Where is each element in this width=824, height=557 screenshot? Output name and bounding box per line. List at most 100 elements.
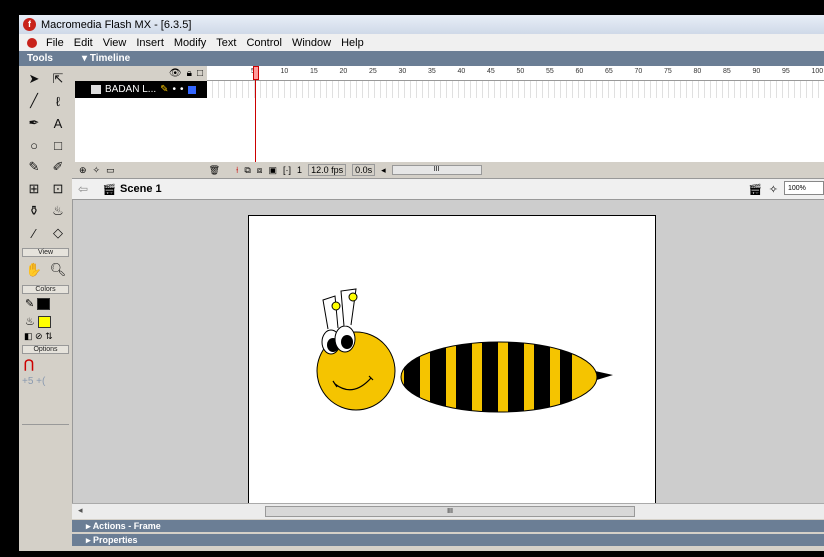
tools-header[interactable]: Tools (19, 51, 72, 66)
eraser-tool-icon[interactable]: ◇ (47, 223, 69, 243)
rectangle-tool-icon[interactable]: □ (47, 135, 69, 155)
smooth-straighten-icons[interactable]: +5 +( (19, 374, 72, 389)
menu-control[interactable]: Control (241, 37, 286, 49)
scroll-left-icon[interactable]: ◂ (78, 505, 83, 516)
menu-modify[interactable]: Modify (169, 37, 211, 49)
paint-bucket-tool-icon[interactable]: ♨ (47, 201, 69, 221)
fill-transform-tool-icon[interactable]: ⊡ (47, 179, 69, 199)
scroll-thumb[interactable]: III (265, 506, 635, 517)
layer-color-box[interactable] (187, 85, 196, 94)
playhead[interactable] (253, 66, 259, 162)
zoom-tool-icon[interactable]: 🔍︎ (47, 260, 69, 280)
menu-file[interactable]: File (41, 37, 69, 49)
menu-text[interactable]: Text (211, 37, 241, 49)
lasso-tool-icon[interactable]: ℓ (47, 91, 69, 111)
insert-folder-icon[interactable]: ▭ (106, 165, 115, 176)
bee-antenna-left (322, 295, 339, 330)
stroke-color-swatch[interactable] (37, 298, 51, 311)
ruler-tick: 35 (428, 68, 436, 75)
ruler-tick: 95 (782, 68, 790, 75)
menu-bar: File Edit View Insert Modify Text Contro… (19, 34, 824, 51)
flash-logo-icon: f (23, 18, 36, 31)
free-transform-tool-icon[interactable]: ⊞ (23, 179, 45, 199)
no-color-icon[interactable]: ⊘ (35, 331, 43, 341)
oval-tool-icon[interactable]: ○ (23, 135, 45, 155)
ruler-tick: 40 (457, 68, 466, 75)
properties-panel-title: Properties (93, 535, 138, 545)
layer-row[interactable]: BADAN L... ✎ • • (75, 81, 207, 98)
menu-edit[interactable]: Edit (69, 37, 98, 49)
timeline-footer: ⊕ ✧ ▭ 🗑︎ ⍿ ⧉ ⧈ ▣ [·] 1 12.0 fps 0.0s ◂ I… (75, 162, 824, 178)
stage-horizontal-scrollbar[interactable]: ◂ III (72, 503, 824, 519)
center-frame-icon[interactable]: ⍿ (236, 165, 238, 176)
onion-outline-icon[interactable]: ⧈ (257, 165, 263, 176)
edit-symbol-icon[interactable]: ✧ (769, 183, 778, 196)
elapsed-time: 0.0s (352, 164, 376, 176)
timeline-header[interactable]: ▾ Timeline (72, 51, 824, 66)
ruler-tick: 60 (575, 68, 584, 75)
ruler-tick: 70 (634, 68, 643, 75)
eye-icon[interactable]: 👁︎ (169, 68, 182, 79)
tools-panel: Tools ➤ ⇱ ╱ ℓ ✒ A ○ □ ✎ ✐ ⊞ ⊡ ⚱ ♨ ⁄ ◇ Vi… (19, 51, 72, 551)
edit-multiple-icon[interactable]: ▣ (269, 165, 278, 176)
pencil-tool-icon[interactable]: ✎ (23, 157, 45, 177)
actions-panel-bar[interactable]: ▸ Actions - Frame (72, 520, 824, 532)
ruler-tick: 20 (339, 68, 348, 75)
window-title: Macromedia Flash MX - [6.3.5] (41, 18, 192, 31)
frame-row[interactable] (207, 81, 824, 98)
swap-colors-icon[interactable]: ⇅ (45, 331, 53, 341)
visible-dot-icon[interactable]: • (173, 84, 177, 95)
hand-tool-icon[interactable]: ✋ (23, 260, 45, 280)
outline-icon[interactable]: □ (197, 68, 203, 79)
lock-dot-icon[interactable]: • (180, 84, 184, 95)
document-icon[interactable] (27, 37, 37, 48)
scene-name[interactable]: Scene 1 (120, 183, 162, 195)
menu-view[interactable]: View (98, 37, 132, 49)
onion-skin-icon[interactable]: ⧉ (244, 165, 250, 176)
pen-tool-icon[interactable]: ✒ (23, 113, 45, 133)
lock-icon[interactable]: 🔒︎ (187, 68, 192, 79)
text-tool-icon[interactable]: A (47, 113, 69, 133)
arrow-tool-icon[interactable]: ➤ (23, 69, 45, 89)
menu-insert[interactable]: Insert (131, 37, 169, 49)
edit-scene-icon[interactable]: 🎬︎ (748, 183, 762, 196)
stage[interactable] (248, 215, 656, 511)
ruler-tick: 80 (693, 68, 702, 75)
line-tool-icon[interactable]: ╱ (23, 91, 45, 111)
insert-layer-icon[interactable]: ⊕ (79, 165, 87, 176)
back-arrow-icon[interactable]: ⇦ (78, 182, 88, 196)
ruler-tick: 75 (664, 68, 672, 75)
pencil-icon: ✎ (160, 84, 169, 95)
properties-panel-bar[interactable]: ▸ Properties (72, 534, 824, 546)
zoom-input[interactable]: 100% (784, 181, 824, 195)
onion-markers-icon[interactable]: [·] (283, 165, 291, 175)
subselect-tool-icon[interactable]: ⇱ (47, 69, 69, 89)
screenshot: f Macromedia Flash MX - [6.3.5] File Edi… (0, 0, 824, 557)
fill-color-swatch[interactable] (37, 316, 51, 329)
timeline-scrollbar[interactable]: III (391, 165, 482, 175)
bee-drawing[interactable] (249, 216, 657, 512)
scroll-left-arrow-icon[interactable]: ◂ (381, 165, 386, 176)
brush-tool-icon[interactable]: ✐ (47, 157, 69, 177)
frame-area-empty[interactable] (207, 98, 824, 162)
eyedropper-tool-icon[interactable]: ⁄ (23, 223, 45, 243)
delete-layer-icon[interactable]: 🗑︎ (209, 165, 220, 176)
ruler-tick: 45 (487, 68, 495, 75)
color-buttons: ◧ ⊘ ⇅ (19, 330, 72, 343)
snap-magnet-icon[interactable]: ⋂ (19, 354, 72, 374)
add-guide-icon[interactable]: ✧ (93, 165, 101, 176)
stage-area (72, 200, 824, 511)
layer-name: BADAN L... (105, 84, 157, 95)
menu-window[interactable]: Window (287, 37, 336, 49)
ruler-tick: 15 (310, 68, 318, 75)
options-section-label: Options (22, 345, 69, 355)
ink-bottle-tool-icon[interactable]: ⚱ (23, 201, 45, 221)
ruler-tick: 50 (516, 68, 525, 75)
fill-bucket-icon: ♨ (25, 316, 35, 329)
view-section-label: View (22, 248, 69, 257)
menu-help[interactable]: Help (336, 37, 369, 49)
default-colors-icon[interactable]: ◧ (24, 331, 33, 341)
ruler-tick: 65 (605, 68, 613, 75)
frame-ruler[interactable]: 5101520253035404550556065707580859095100 (207, 66, 824, 81)
timeline-title: Timeline (89, 53, 131, 64)
